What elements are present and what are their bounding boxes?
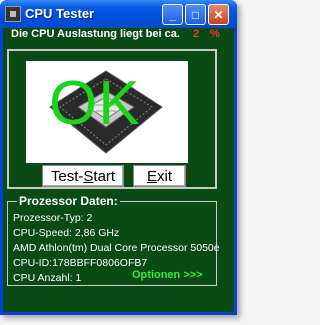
options-link[interactable]: Optionen >>> (132, 269, 203, 281)
cpu-count: CPU Anzahl: 1 (13, 272, 82, 284)
cpu-usage-unit: % (210, 28, 220, 40)
window-title: CPU Tester (25, 6, 95, 21)
minimize-button[interactable]: _ (162, 4, 183, 25)
test-start-suffix: tart (93, 167, 116, 185)
title-bar[interactable]: CPU Tester _ □ ✕ (0, 0, 237, 28)
close-button[interactable]: ✕ (208, 4, 229, 25)
cpu-model: AMD Athlon(tm) Dual Core Processor 5050e (13, 242, 220, 254)
cpu-usage-label: Die CPU Auslastung liegt bei ca. (11, 28, 180, 40)
exit-button[interactable]: Exit (133, 165, 186, 187)
test-start-prefix: Test- (50, 167, 84, 185)
maximize-button[interactable]: □ (185, 4, 206, 25)
cpu-app-icon[interactable] (5, 6, 21, 22)
exit-suffix: xit (157, 167, 172, 185)
processor-type: Prozessor-Typ: 2 (13, 212, 93, 224)
status-ok-label: OK (49, 69, 141, 138)
exit-mnemonic: E (146, 167, 157, 185)
test-start-mnemonic: S (83, 167, 94, 185)
cpu-speed: CPU-Speed: 2,86 GHz (13, 227, 120, 239)
processor-info-heading: Prozessor Daten: (17, 194, 120, 208)
cpu-usage-value: 2 (193, 28, 200, 40)
cpu-usage-bar: Die CPU Auslastung liegt bei ca. 2 % (3, 28, 234, 42)
cpu-id: CPU-ID:178BBFF0806OFB7 (13, 257, 148, 269)
test-start-button[interactable]: Test- Start (42, 165, 124, 187)
